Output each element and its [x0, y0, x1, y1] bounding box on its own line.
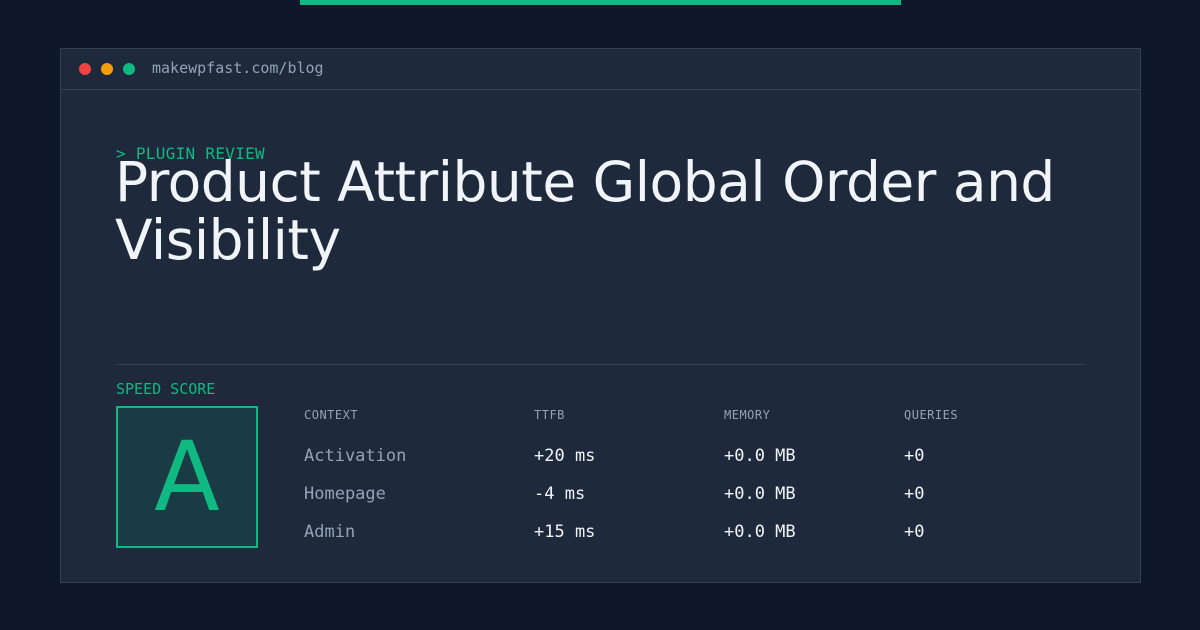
post-title: Product Attribute Global Order and Visib…: [115, 150, 1055, 272]
speed-grade-badge: A: [116, 406, 258, 548]
row-context-admin: Admin: [304, 522, 356, 542]
row-ttfb-activation: +20 ms: [534, 446, 596, 466]
row-queries-admin: +0: [904, 522, 925, 542]
window-titlebar: makewpfast.com/blog: [61, 49, 1140, 90]
row-memory-homepage: +0.0 MB: [724, 484, 796, 504]
close-window-icon[interactable]: [79, 63, 91, 75]
browser-window: makewpfast.com/blog > PLUGIN REVIEW Prod…: [60, 48, 1141, 583]
row-ttfb-homepage: -4 ms: [534, 484, 586, 504]
speed-score-label: SPEED SCORE: [116, 380, 216, 398]
row-context-activation: Activation: [304, 446, 407, 466]
row-ttfb-admin: +15 ms: [534, 522, 596, 542]
column-header-context: CONTEXT: [304, 408, 359, 422]
row-queries-homepage: +0: [904, 484, 925, 504]
minimize-window-icon[interactable]: [101, 63, 113, 75]
maximize-window-icon[interactable]: [123, 63, 135, 75]
column-header-ttfb: TTFB: [534, 408, 565, 422]
row-memory-activation: +0.0 MB: [724, 446, 796, 466]
top-accent-bar: [300, 0, 901, 5]
column-header-memory: MEMORY: [724, 408, 771, 422]
row-context-homepage: Homepage: [304, 484, 386, 504]
column-header-queries: QUERIES: [904, 408, 959, 422]
row-memory-admin: +0.0 MB: [724, 522, 796, 542]
row-queries-activation: +0: [904, 446, 925, 466]
speed-grade: A: [154, 421, 220, 533]
address-url: makewpfast.com/blog: [152, 59, 324, 77]
metrics-table: CONTEXT TTFB MEMORY QUERIES Activation +…: [304, 405, 1024, 555]
section-divider: [116, 364, 1085, 365]
